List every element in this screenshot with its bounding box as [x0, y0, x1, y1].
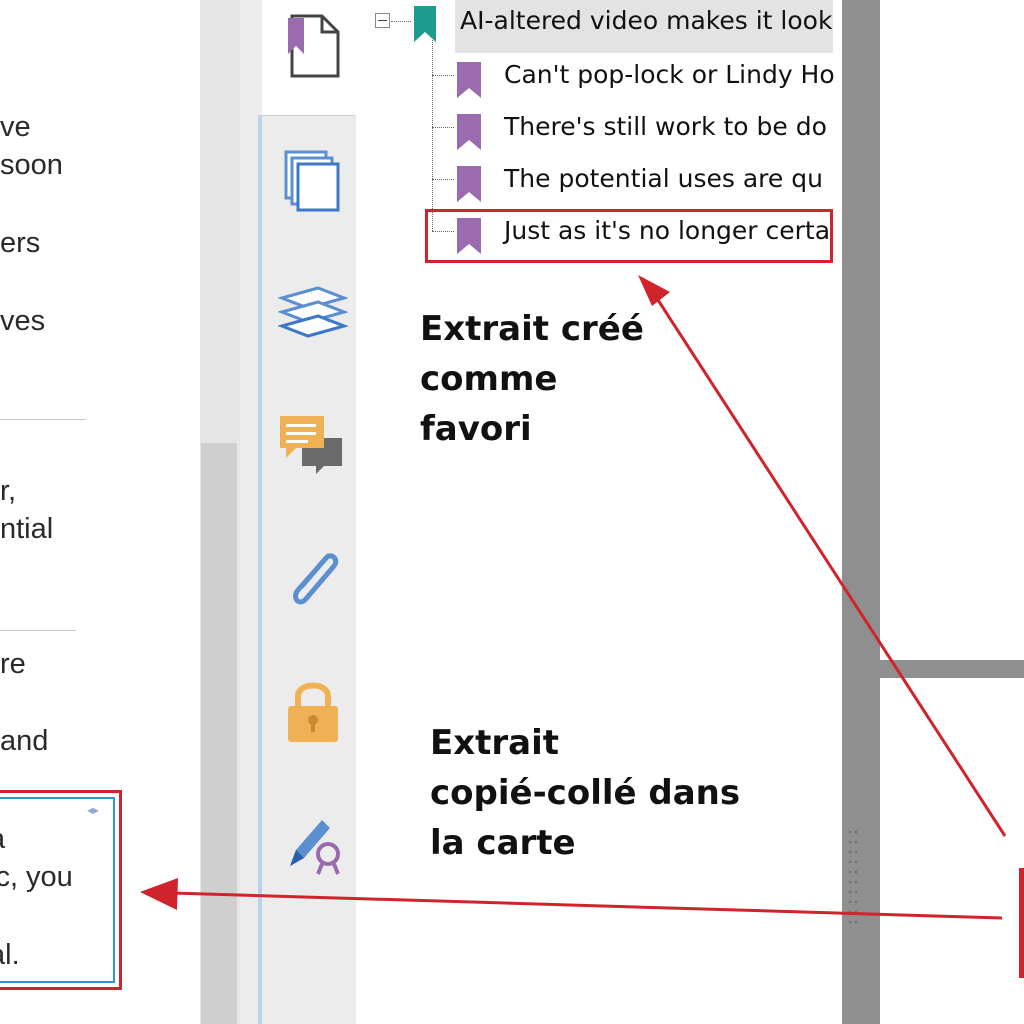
bookmark-item-label[interactable]: The potential uses are qu: [504, 164, 823, 193]
card-text-line: a: [0, 823, 5, 856]
bookmark-purple-icon: [457, 62, 481, 98]
bookmark-item-label[interactable]: Can't pop-lock or Lindy Ho: [504, 60, 835, 89]
new-bookmark-highlight-box: [425, 209, 833, 263]
card-text-line: ic, you: [0, 861, 73, 893]
tree-connector: [432, 179, 454, 180]
lock-icon[interactable]: [284, 676, 342, 746]
collapse-toggle-icon[interactable]: [375, 13, 390, 28]
bookmark-purple-icon: [457, 166, 481, 202]
splitter-grip-icon[interactable]: [847, 828, 859, 934]
excerpt-card-body[interactable]: ◂▸ a ic, you al.: [0, 797, 115, 983]
paperclip-icon[interactable]: [284, 546, 346, 612]
resize-handle-icon[interactable]: ◂▸: [87, 803, 99, 817]
annotation-bottom-line: copié-collé dans: [430, 773, 741, 813]
document-text-line: ers: [0, 227, 41, 259]
page-icon[interactable]: [284, 12, 342, 80]
map-canvas-bottom: [880, 678, 1024, 1024]
map-canvas-top: [880, 0, 1024, 660]
document-text-line: and: [0, 725, 49, 757]
divider: [0, 630, 76, 631]
source-highlight-box: [1019, 868, 1024, 978]
document-text-line: r,: [0, 475, 17, 507]
annotation-bottom-line: la carte: [430, 823, 576, 863]
divider: [0, 419, 86, 420]
annotation-top-line: favori: [420, 409, 532, 449]
signature-icon[interactable]: [282, 810, 348, 876]
document-text-line: re: [0, 648, 26, 680]
tree-connector: [391, 21, 411, 22]
layers-icon[interactable]: [278, 284, 348, 346]
annotation-top-line: Extrait créé: [420, 309, 644, 349]
tree-connector: [432, 40, 433, 231]
bookmark-teal-icon: [414, 6, 436, 42]
annotation-top-line: comme: [420, 359, 558, 399]
document-text-line: ves: [0, 305, 46, 337]
document-text-line: ve: [0, 111, 31, 143]
pages-icon[interactable]: [282, 148, 342, 214]
tree-connector: [432, 127, 454, 128]
bookmark-purple-icon: [457, 114, 481, 150]
scrollbar-thumb[interactable]: [201, 443, 237, 1024]
card-text-line: al.: [0, 939, 20, 971]
pasted-excerpt-card[interactable]: ◂▸ a ic, you al.: [0, 790, 122, 990]
bookmark-root-label[interactable]: AI-altered video makes it look: [460, 6, 832, 35]
annotation-bottom-line: Extrait: [430, 723, 560, 763]
document-text-line: ntial: [0, 513, 54, 545]
tree-connector: [432, 75, 454, 76]
bookmark-panel: [356, 0, 842, 1024]
document-text-line: soon: [0, 149, 63, 181]
comments-icon[interactable]: [278, 414, 346, 478]
tab-rail-border: [258, 115, 262, 1024]
document-pane: ve soon ers ves r, ntial re and ◂▸ a ic,…: [0, 0, 200, 1024]
bookmark-item-label[interactable]: There's still work to be do: [504, 112, 827, 141]
